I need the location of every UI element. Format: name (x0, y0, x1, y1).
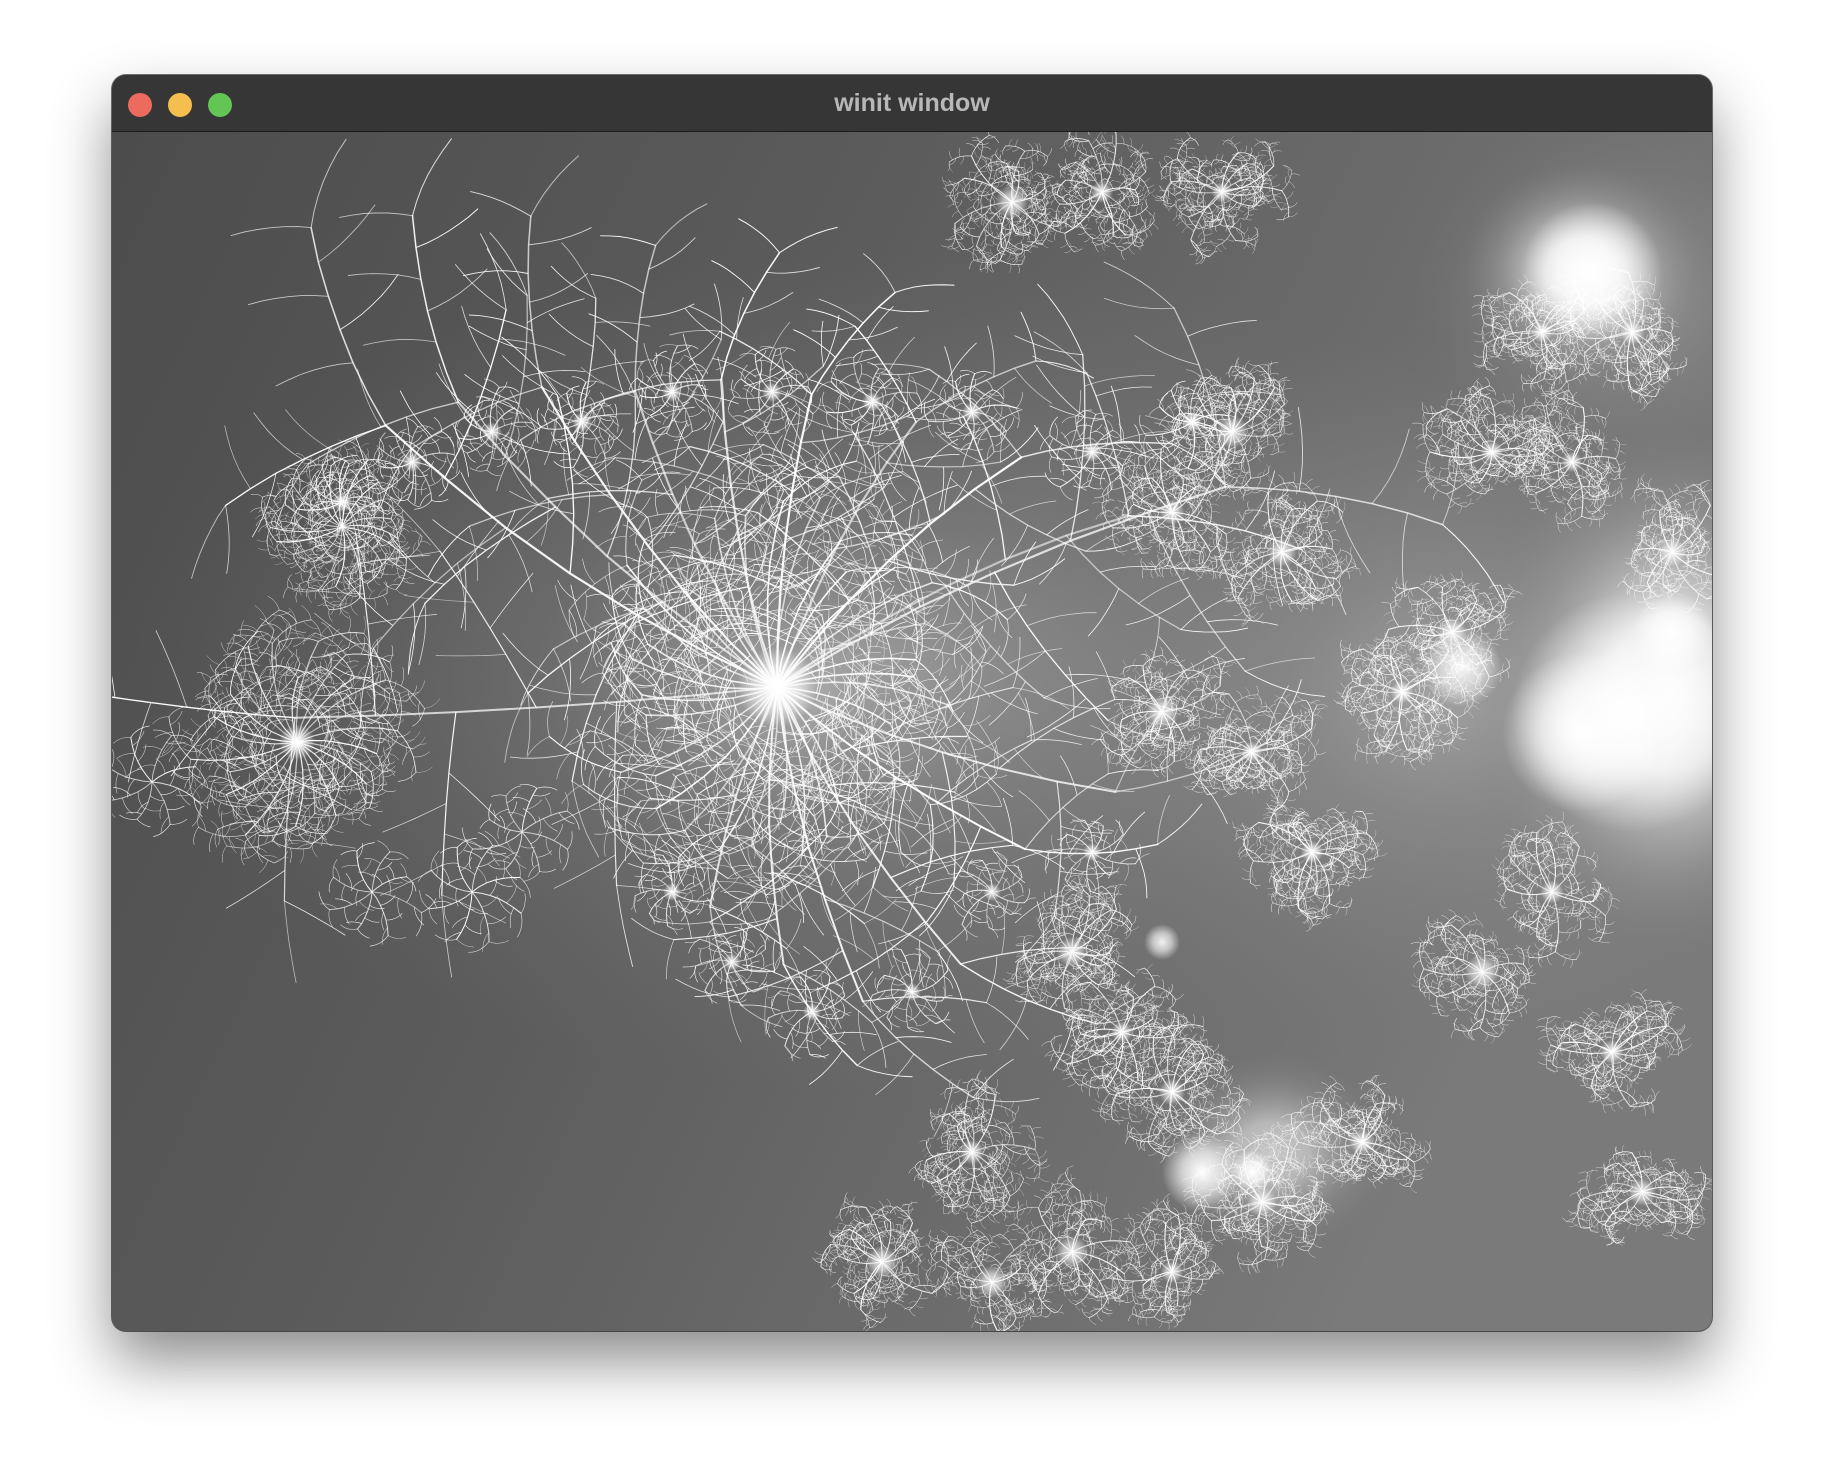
render-canvas[interactable] (112, 132, 1712, 1331)
app-window: winit window (112, 75, 1712, 1331)
window-title: winit window (112, 75, 1712, 132)
fractal-image (112, 132, 1712, 1331)
title-bar[interactable]: winit window (112, 75, 1712, 132)
